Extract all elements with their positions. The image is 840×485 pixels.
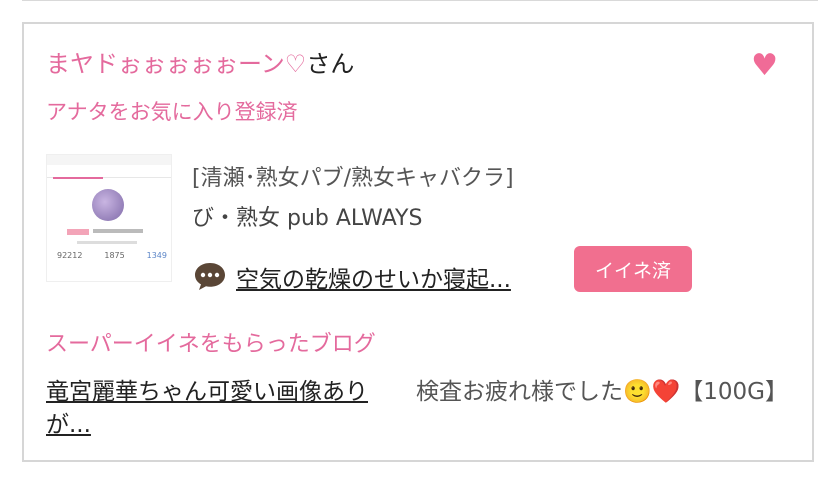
user-card: まヤドぉぉぉぉぉーン♡さん ♥ アナタをお気に入り登録済 92212 1875 …: [22, 22, 814, 462]
thumbnail-stat: 1875: [104, 251, 125, 260]
avatar: [92, 189, 124, 221]
blog-title-link[interactable]: 空気の乾燥のせいか寝起...: [236, 260, 511, 294]
thumbnail-stats: 92212 1875 1349: [57, 251, 167, 260]
iine-button[interactable]: イイネ済: [574, 246, 692, 292]
super-iine-comment: 検査お疲れ様でした🙂❤️【100G】: [416, 379, 788, 405]
user-title: まヤドぉぉぉぉぉーン♡さん: [46, 48, 354, 80]
thumbnail-stat: 1349: [146, 251, 167, 260]
shop-name[interactable]: び・熟女 pub ALWAYS: [192, 200, 422, 232]
thumbnail-header: [47, 155, 171, 165]
user-name-suffix: さん: [306, 50, 355, 78]
user-name[interactable]: まヤドぉぉぉぉぉーン♡: [46, 50, 306, 78]
thumbnail-text-line: [93, 229, 143, 233]
speech-bubble-icon: [195, 263, 225, 290]
heart-icon[interactable]: ♥: [751, 51, 778, 81]
thumbnail-stat: 92212: [57, 251, 83, 260]
thumbnail-badge: [67, 229, 89, 235]
super-iine-blog-link[interactable]: 竜宮麗華ちゃん可愛い画像ありが...: [46, 376, 401, 442]
favorite-status: アナタをお気に入り登録済: [46, 100, 298, 124]
shop-category: [清瀬･熟女パブ/熟女キャバクラ]: [192, 166, 514, 191]
top-divider: [22, 0, 818, 1]
super-iine-heading: スーパーイイネをもらったブログ: [46, 332, 376, 357]
thumbnail-active-tab: [53, 177, 103, 179]
profile-thumbnail[interactable]: 92212 1875 1349: [46, 154, 172, 282]
thumbnail-text-line: [77, 241, 137, 244]
